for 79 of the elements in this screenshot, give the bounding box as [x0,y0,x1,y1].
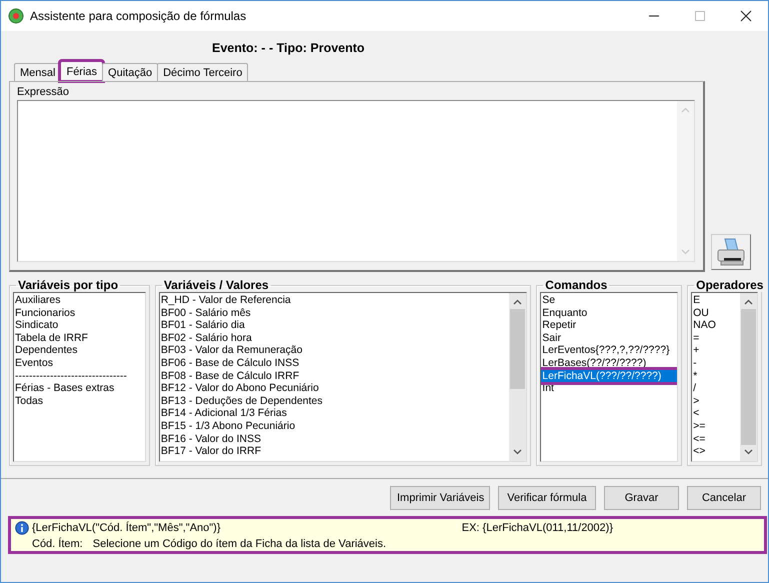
tab[interactable]: Quitação [102,63,158,81]
list-item[interactable]: Int [541,382,678,395]
tab[interactable]: Férias [60,61,104,81]
dialog-button[interactable]: Imprimir Variáveis [390,486,490,510]
list-item[interactable]: LerEventos{???,?,??/????} [541,344,678,357]
list-item[interactable]: >= [692,420,740,433]
parameter-label: Cód. Ítem: [32,538,83,550]
scrollbar[interactable] [740,293,758,461]
scroll-down-icon[interactable] [744,449,754,455]
group-title: Comandos [544,278,608,292]
group-title: Operadores [695,278,764,292]
dialog-button[interactable]: Cancelar [687,486,761,510]
list-item[interactable]: LerBases(??/??/????) [541,356,678,370]
list-item[interactable]: * [692,370,740,382]
parameter-description: Selecione um Código do ítem da Ficha da lista de Variáveis. [92,538,386,550]
list-item[interactable]: BF00 - Salário mês [160,306,510,320]
list-item[interactable]: + [692,344,740,357]
list-item[interactable]: Férias - Bases extras [14,382,145,395]
list-item[interactable]: Auxiliares [14,294,145,307]
list-item[interactable]: BF06 - Base de Cálculo INSS [160,356,510,370]
list-item[interactable]: OU [692,306,740,320]
list-box[interactable]: E OU NAO = + - * / > < >= <= <> [691,292,758,462]
list-item[interactable]: LerFichaVL(???/??/????) [541,370,678,382]
group-title: Variáveis por tipo [17,278,120,292]
list-item[interactable]: R_HD - Valor de Referencia [160,294,510,307]
list-item[interactable]: / [692,382,740,395]
list-item[interactable]: BF12 - Valor do Abono Pecuniário [160,382,510,395]
printer-icon [715,237,747,267]
info-icon [15,521,29,535]
list-item[interactable]: Funcionarios [14,306,145,320]
scroll-thumb[interactable] [510,309,526,389]
expression-field[interactable] [17,100,695,262]
scrollbar[interactable] [509,293,526,461]
list-item[interactable]: Eventos [14,356,145,370]
print-button[interactable] [711,234,751,270]
expression-label: Expressão [17,86,70,100]
list-item[interactable]: Dependentes [14,344,145,357]
dialog-button[interactable]: Verificar fórmula [498,486,596,510]
list-item[interactable]: BF16 - Valor do INSS [160,432,510,446]
syntax-text: {LerFichaVL("Cód. Ítem","Mês","Ano")} [32,522,221,534]
list-item[interactable]: BF13 - Deduções de Dependentes [160,394,510,408]
app-icon [8,8,24,24]
list-item[interactable]: Todas [14,394,145,408]
list-item[interactable]: Repetir [541,319,678,332]
list-item[interactable]: = [692,332,740,344]
list-item[interactable]: Tabela de IRRF [14,332,145,344]
group-title: Variáveis / Valores [162,278,270,292]
scroll-thumb[interactable] [741,309,756,445]
list-item[interactable]: <= [692,432,740,446]
list-box[interactable]: Auxiliares Funcionarios Sindicato Tabela de IRRF Dependentes Eventos -------------------------------- Férias - Bases extras Todas [13,292,146,462]
list-item[interactable]: Sair [541,332,678,344]
list-item[interactable]: NAO [692,319,740,332]
maximize-icon[interactable] [694,10,706,22]
list-item[interactable]: - [692,356,740,370]
list-item[interactable]: BF15 - 1/3 Abono Pecuniário [160,420,510,433]
list-item[interactable]: BF17 - Valor do IRRF [160,445,510,458]
list-item[interactable]: BF02 - Salário hora [160,332,510,344]
list-item[interactable]: E [692,294,740,307]
list-item[interactable]: Sindicato [14,319,145,332]
window-title: Assistente para composição de fórmulas [30,9,246,23]
list-item[interactable]: BF01 - Salário dia [160,319,510,332]
list-item[interactable]: BF08 - Base de Cálculo IRRF [160,370,510,382]
tab[interactable]: Décimo Terceiro [157,63,248,81]
list-item[interactable]: <> [692,445,740,458]
list-item[interactable]: -------------------------------- [14,370,145,382]
list-box[interactable]: Se Enquanto Repetir Sair LerEventos{???,?,??/????} LerBases(??/??/????) LerFichaVL(???/??/????) Int [540,292,678,462]
list-item[interactable]: > [692,394,740,408]
example-text: EX: {LerFichaVL(011,11/2002)} [462,522,613,534]
list-item[interactable]: BF03 - Valor da Remuneração [160,344,510,357]
list-item[interactable]: Se [541,294,678,307]
scroll-up-icon[interactable] [744,299,754,305]
scroll-down-icon[interactable] [513,449,522,455]
dialog-button[interactable]: Gravar [604,486,679,510]
list-item[interactable]: Enquanto [541,306,678,320]
event-header: Evento: - - Tipo: Provento [212,41,366,57]
list-item[interactable]: BF14 - Adicional 1/3 Férias [160,407,510,420]
close-icon[interactable] [740,10,752,22]
list-item[interactable]: < [692,407,740,420]
scroll-up-icon[interactable] [513,299,522,305]
